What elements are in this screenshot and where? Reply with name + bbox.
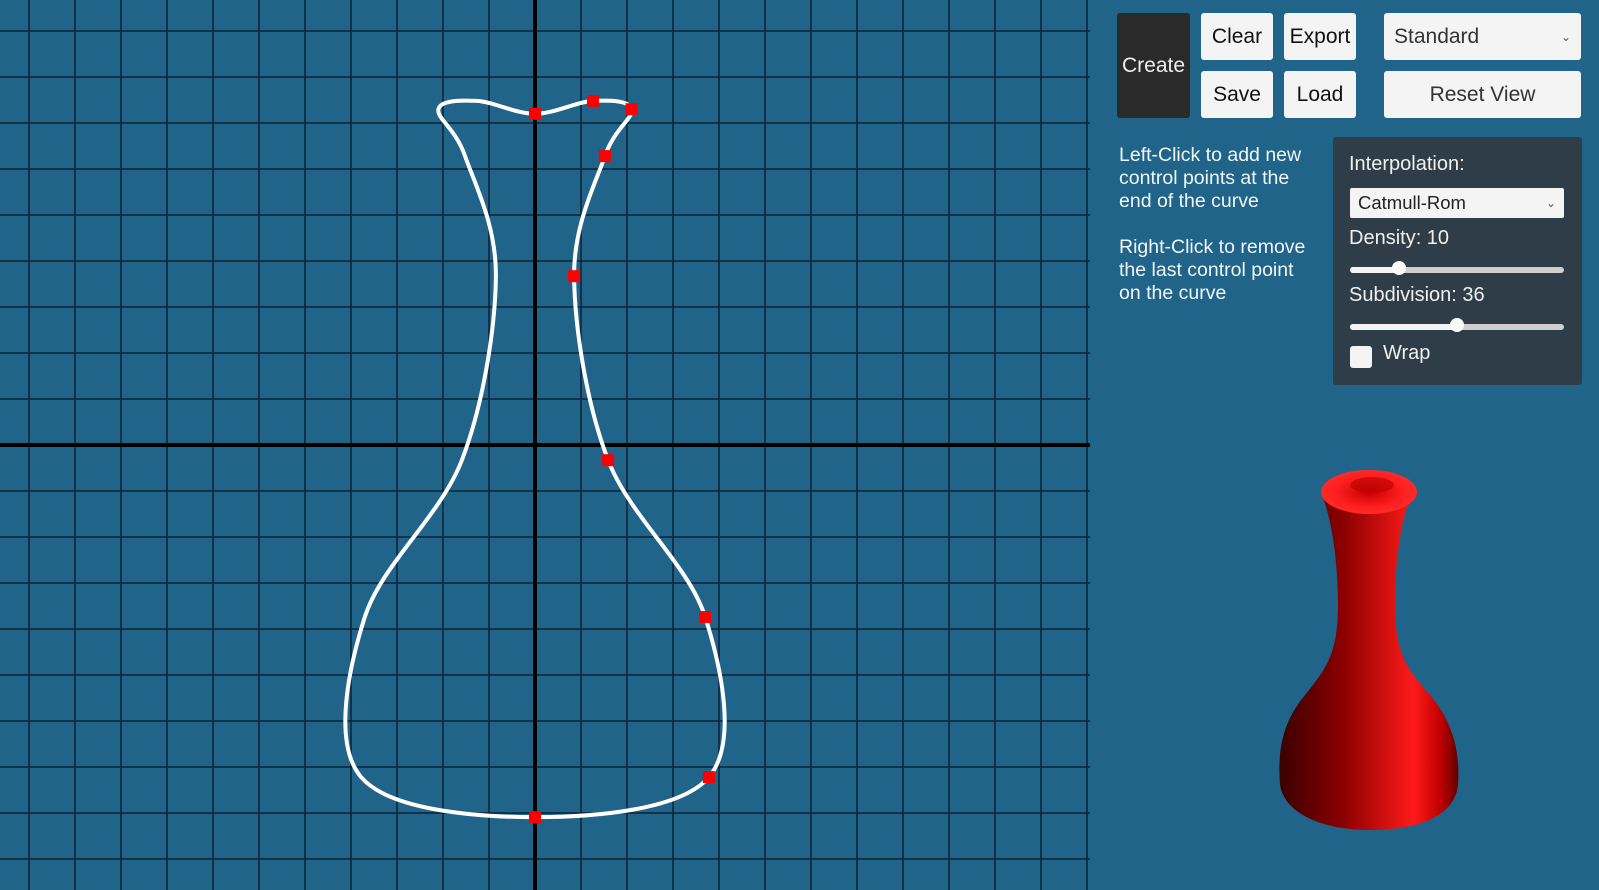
create-button[interactable]: Create	[1117, 13, 1190, 118]
subdivision-slider[interactable]	[1350, 318, 1564, 332]
control-point[interactable]	[568, 270, 581, 283]
chevron-down-icon: ⌄	[1545, 196, 1556, 210]
control-point[interactable]	[598, 150, 611, 163]
view-mode-value: Standard	[1394, 24, 1480, 48]
chevron-down-icon: ⌄	[1560, 29, 1571, 44]
save-button[interactable]: Save	[1201, 71, 1273, 118]
control-point[interactable]	[602, 454, 615, 467]
reset-view-button[interactable]: Reset View	[1384, 71, 1581, 118]
vase-opening	[1350, 477, 1394, 493]
wrap-label: Wrap	[1383, 342, 1431, 364]
right-click-help: Right-Click to remove the last control p…	[1119, 236, 1306, 304]
control-point[interactable]	[586, 94, 599, 107]
subdivision-label: Subdivision: 36	[1349, 284, 1485, 306]
subdivision-slider-thumb[interactable]	[1450, 318, 1464, 332]
density-slider-thumb[interactable]	[1392, 261, 1407, 275]
vase-body	[1279, 495, 1459, 830]
interpolation-label: Interpolation:	[1349, 153, 1465, 175]
interpolation-value: Catmull-Rom	[1358, 192, 1466, 213]
interpolation-dropdown[interactable]: Catmull-Rom ⌄	[1350, 188, 1564, 218]
control-point[interactable]	[702, 771, 715, 784]
density-slider[interactable]	[1350, 261, 1564, 275]
control-point[interactable]	[699, 611, 712, 624]
view-mode-dropdown[interactable]: Standard ⌄	[1384, 13, 1581, 60]
clear-button[interactable]: Clear	[1201, 13, 1273, 60]
control-point[interactable]	[625, 103, 638, 116]
settings-panel: Interpolation: Catmull-Rom ⌄ Density: 10…	[1333, 137, 1582, 385]
curve-editor-canvas[interactable]	[0, 0, 1090, 890]
wrap-checkbox[interactable]	[1350, 346, 1372, 368]
3d-preview[interactable]	[1260, 455, 1490, 845]
subdivision-slider-fill	[1350, 324, 1457, 330]
left-click-help: Left-Click to add new control points at …	[1119, 144, 1302, 212]
control-point[interactable]	[529, 107, 541, 120]
density-label: Density: 10	[1349, 227, 1450, 249]
load-button[interactable]: Load	[1284, 71, 1356, 118]
export-button[interactable]: Export	[1284, 13, 1356, 60]
control-point[interactable]	[529, 811, 541, 824]
